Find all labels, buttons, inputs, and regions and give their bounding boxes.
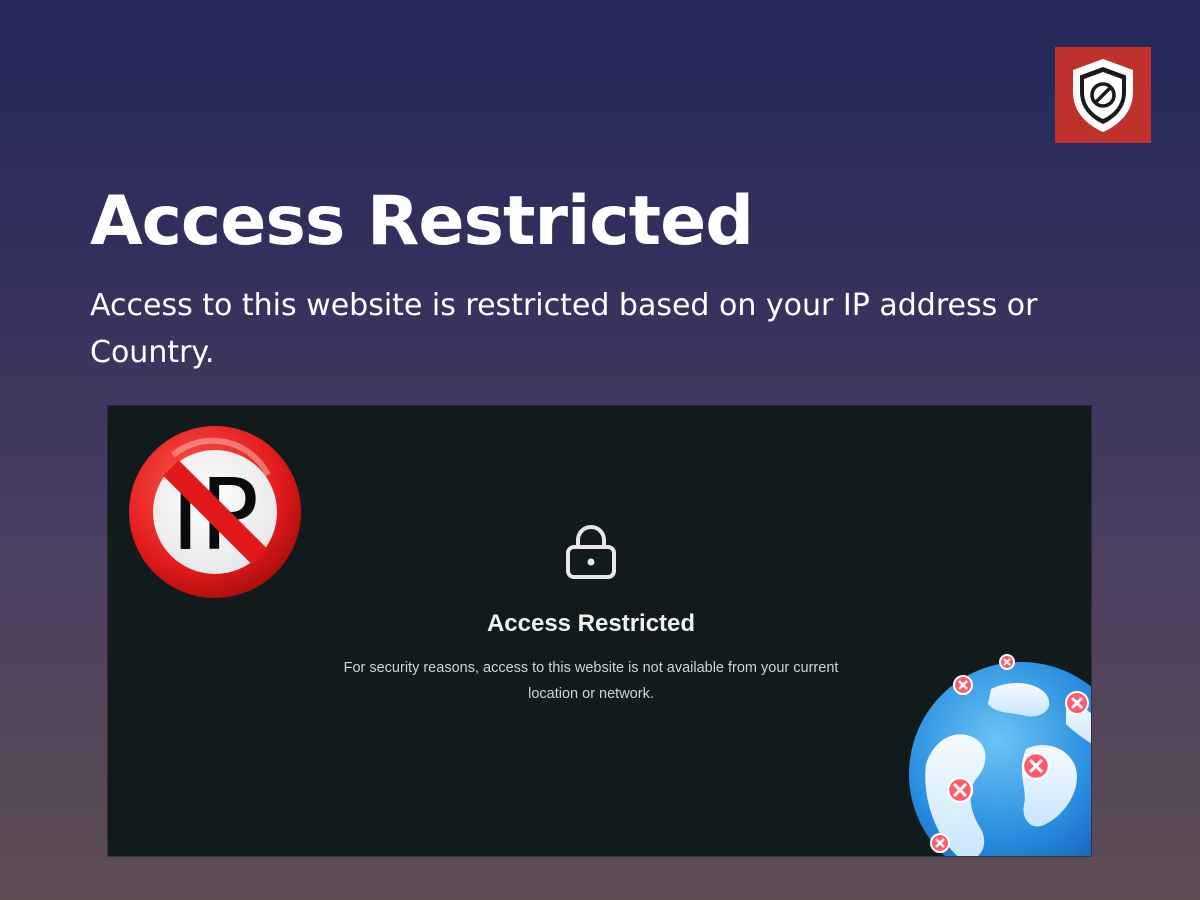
blocked-marker-icon bbox=[999, 654, 1015, 670]
shield-block-icon bbox=[1073, 59, 1133, 132]
shield-badge bbox=[1055, 47, 1151, 143]
preview-message: For security reasons, access to this web… bbox=[343, 660, 839, 702]
blocked-marker-icon bbox=[930, 833, 950, 853]
globe-icon bbox=[909, 654, 1091, 856]
no-ip-sign-icon: IP bbox=[129, 426, 301, 598]
blocked-marker-icon bbox=[946, 776, 974, 804]
preview-title: Access Restricted bbox=[486, 610, 696, 637]
lock-icon bbox=[566, 525, 616, 579]
blocked-marker-icon bbox=[953, 675, 973, 695]
blocked-marker-icon bbox=[1021, 751, 1051, 781]
page-description: Access to this website is restricted bas… bbox=[90, 288, 1038, 370]
blocked-marker-icon bbox=[1065, 691, 1089, 715]
restricted-page-preview: IP Access Restricted For security reason… bbox=[108, 406, 1091, 856]
page-title: Access Restricted bbox=[90, 182, 754, 261]
